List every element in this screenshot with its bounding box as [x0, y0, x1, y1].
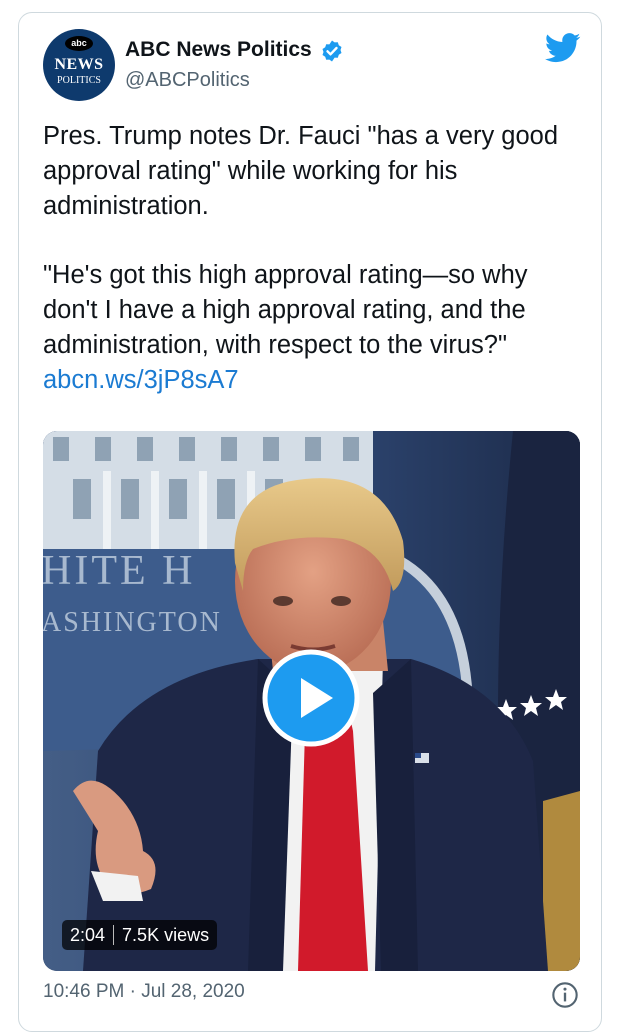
- tweet-timestamp[interactable]: 10:46 PM · Jul 28, 2020: [43, 981, 245, 1003]
- account-handle[interactable]: @ABCPolitics: [125, 69, 250, 92]
- play-icon[interactable]: [262, 649, 360, 747]
- avatar-politics-text: POLITICS: [57, 75, 101, 86]
- video-meta: 2:04 7.5K views: [62, 920, 218, 950]
- tweet-link[interactable]: abcn.ws/3jP8sA7: [43, 366, 239, 394]
- video-views: 7.5K views: [122, 924, 210, 945]
- tweet-paragraph: Pres. Trump notes Dr. Fauci "has a very …: [43, 122, 559, 220]
- tweet-paragraph: "He's got this high approval rating—so w…: [43, 261, 528, 359]
- display-name[interactable]: ABC News Politics: [125, 38, 312, 62]
- twitter-bird-icon[interactable]: [545, 33, 581, 63]
- tweet-card[interactable]: abc NEWS POLITICS ABC News Politics @ABC…: [18, 12, 602, 1032]
- avatar[interactable]: abc NEWS POLITICS: [43, 29, 115, 101]
- backdrop-line-2: ASHINGTON: [43, 607, 222, 638]
- info-icon[interactable]: [551, 981, 579, 1009]
- video-player[interactable]: HITE H ASHINGTON 2:04 7.5K views: [43, 431, 580, 971]
- tweet-text: Pres. Trump notes Dr. Fauci "has a very …: [43, 119, 588, 398]
- abc-logo-badge: abc: [65, 36, 93, 51]
- video-duration: 2:04: [70, 924, 106, 945]
- avatar-news-text: NEWS: [54, 56, 104, 73]
- backdrop-line-1: HITE H: [43, 548, 196, 594]
- verified-badge-icon: [322, 40, 342, 62]
